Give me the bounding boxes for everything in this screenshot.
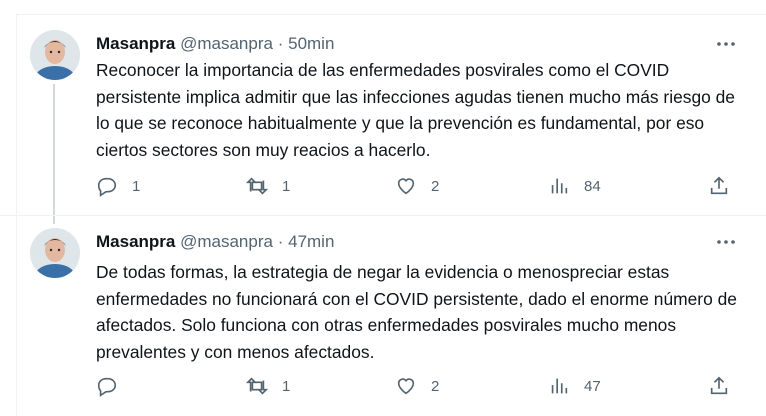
separator-dot: ·: [277, 232, 284, 251]
author-handle[interactable]: @masanpra: [180, 34, 273, 53]
reply-button[interactable]: 1: [96, 173, 140, 199]
views-button[interactable]: 84: [548, 173, 601, 199]
tweet[interactable]: Masanpra @masanpra · 50min Reconocer la …: [0, 0, 766, 215]
reply-icon: [97, 377, 117, 397]
like-button[interactable]: 2: [395, 373, 439, 399]
heart-icon: [397, 178, 415, 195]
retweet-count: 1: [282, 177, 291, 195]
more-icon[interactable]: [714, 32, 738, 56]
share-icon: [710, 376, 728, 395]
author-handle[interactable]: @masanpra: [180, 232, 273, 251]
tweet-text: De todas formas, la estrategia de negar …: [96, 262, 737, 362]
avatar[interactable]: [30, 30, 80, 80]
timestamp[interactable]: 47min: [288, 232, 334, 251]
reply-button[interactable]: [96, 373, 132, 399]
tweet-text: Reconocer la importancia de las enfermed…: [96, 60, 735, 160]
tweet-actions: 1 1 2 84: [0, 173, 766, 199]
author-name[interactable]: Masanpra: [96, 34, 175, 53]
retweet-icon: [246, 377, 268, 395]
views-count: 47: [584, 377, 601, 395]
heart-icon: [397, 378, 415, 395]
more-icon[interactable]: [714, 230, 738, 254]
retweet-icon: [246, 177, 268, 195]
views-count: 84: [584, 177, 601, 195]
separator-dot: ·: [277, 34, 284, 53]
tweet-actions: 1 2 47: [0, 373, 766, 399]
reply-count: 1: [132, 177, 141, 195]
like-count: 2: [431, 377, 440, 395]
tweet[interactable]: Masanpra @masanpra · 47min De todas form…: [0, 215, 766, 416]
views-icon: [551, 178, 568, 194]
views-button[interactable]: 47: [548, 373, 601, 399]
views-icon: [551, 378, 568, 394]
like-count: 2: [431, 177, 440, 195]
retweet-button[interactable]: 1: [246, 173, 290, 199]
share-button[interactable]: [708, 373, 730, 399]
retweet-count: 1: [282, 377, 291, 395]
tweet-header: Masanpra @masanpra · 47min: [96, 230, 334, 254]
share-button[interactable]: [708, 173, 730, 199]
share-icon: [710, 176, 728, 195]
reply-icon: [97, 177, 117, 197]
avatar[interactable]: [30, 228, 80, 278]
timestamp[interactable]: 50min: [288, 34, 334, 53]
retweet-button[interactable]: 1: [246, 373, 290, 399]
like-button[interactable]: 2: [395, 173, 439, 199]
author-name[interactable]: Masanpra: [96, 232, 175, 251]
tweet-header: Masanpra @masanpra · 50min: [96, 32, 334, 56]
